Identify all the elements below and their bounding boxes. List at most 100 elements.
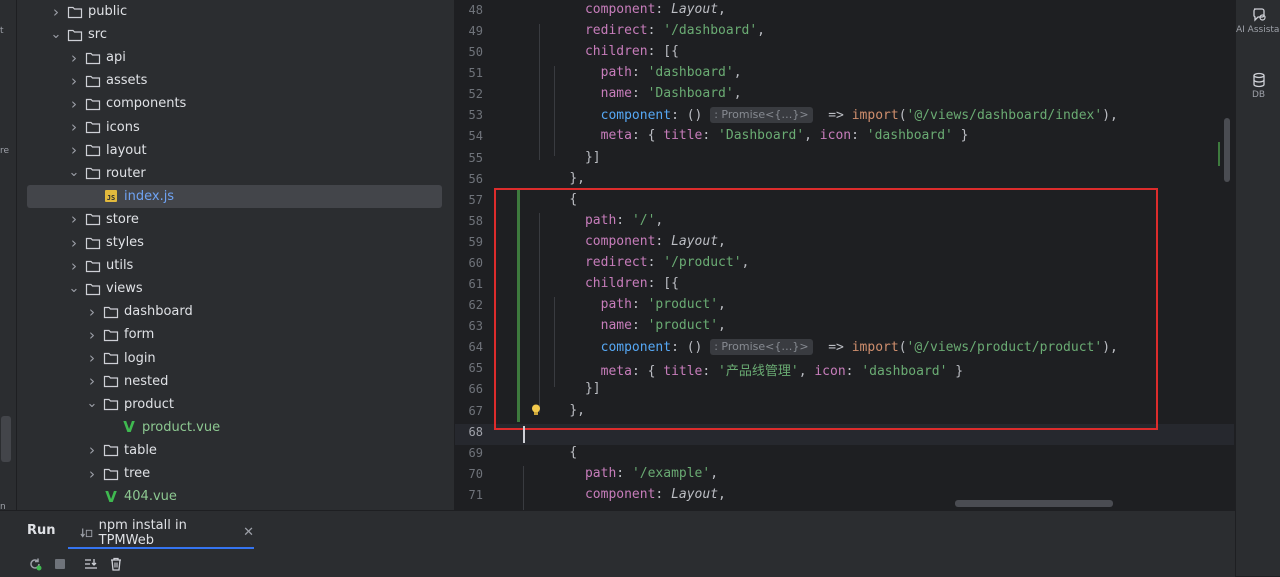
tree-item[interactable]: › assets bbox=[27, 69, 442, 92]
tree-item[interactable]: › icons bbox=[27, 116, 442, 139]
tool-label-fragment[interactable]: t bbox=[0, 26, 4, 36]
tree-item[interactable]: ⌄ src bbox=[27, 23, 442, 46]
tree-item[interactable]: ⌄ product bbox=[27, 393, 442, 416]
tree-item[interactable]: › nested bbox=[27, 370, 442, 393]
code-line[interactable]: 70 path: '/example', bbox=[455, 464, 1234, 485]
code-token: path bbox=[600, 65, 632, 81]
chevron-right-icon[interactable]: › bbox=[67, 143, 81, 158]
code-line[interactable]: 56 }, bbox=[455, 169, 1234, 190]
tree-item[interactable]: V 404.vue bbox=[27, 485, 442, 508]
tree-item[interactable]: › components bbox=[27, 92, 442, 115]
database-icon bbox=[1252, 72, 1265, 88]
rerun-button[interactable] bbox=[26, 555, 44, 573]
tree-item[interactable]: › dashboard bbox=[27, 300, 442, 323]
code-text: path: 'dashboard', bbox=[538, 65, 742, 80]
folder-icon bbox=[103, 350, 119, 366]
chevron-right-icon[interactable]: › bbox=[85, 374, 99, 389]
folder-icon bbox=[85, 235, 101, 251]
chevron-down-icon[interactable]: ⌄ bbox=[67, 282, 81, 296]
database-label: DB bbox=[1251, 90, 1266, 100]
clear-button[interactable] bbox=[107, 555, 125, 573]
ai-assistant-tool[interactable]: AI Assistant bbox=[1236, 6, 1280, 36]
code-line[interactable]: 48 component: Layout, bbox=[455, 0, 1234, 21]
tree-item[interactable]: › form bbox=[27, 323, 442, 346]
code-line[interactable]: 49 redirect: '/dashboard', bbox=[455, 21, 1234, 42]
tree-item[interactable]: ⌄ views bbox=[27, 277, 442, 300]
tree-item-label: public bbox=[88, 4, 128, 19]
chevron-down-icon[interactable]: ⌄ bbox=[67, 166, 81, 180]
line-number: 67 bbox=[468, 403, 483, 418]
folder-icon bbox=[85, 258, 101, 274]
type-inlay-hint[interactable]: : Promise<{…}> bbox=[710, 107, 813, 124]
tree-item-label: dashboard bbox=[124, 304, 193, 320]
chevron-right-icon[interactable]: › bbox=[85, 466, 99, 481]
code-line[interactable]: 51 path: 'dashboard', bbox=[455, 63, 1234, 84]
tool-label-fragment[interactable]: n bbox=[0, 502, 6, 510]
chevron-down-icon[interactable]: ⌄ bbox=[85, 397, 99, 411]
folder-icon bbox=[67, 4, 83, 20]
database-tool[interactable]: DB bbox=[1236, 72, 1280, 100]
tree-item[interactable]: Vproduct.vue bbox=[27, 416, 442, 439]
code-line[interactable]: 50 children: [{ bbox=[455, 42, 1234, 63]
code-token: ( bbox=[898, 108, 907, 124]
code-line[interactable]: 71 component: Layout, bbox=[455, 485, 1234, 506]
chevron-right-icon[interactable]: › bbox=[49, 4, 63, 19]
horizontal-scrollbar[interactable] bbox=[955, 500, 1113, 507]
lightbulb-icon[interactable] bbox=[531, 404, 541, 416]
code-token: , bbox=[804, 128, 820, 144]
line-number: 60 bbox=[468, 255, 483, 270]
tree-item[interactable]: › tree bbox=[27, 462, 442, 485]
chevron-right-icon[interactable]: › bbox=[67, 120, 81, 135]
code-token: , bbox=[718, 486, 726, 502]
tree-item[interactable]: › public bbox=[27, 0, 442, 23]
tree-item[interactable]: › layout bbox=[27, 139, 442, 162]
chevron-right-icon[interactable]: › bbox=[67, 235, 81, 250]
tree-item[interactable]: JS index.js bbox=[27, 184, 442, 208]
tool-label-fragment[interactable]: re bbox=[0, 146, 9, 156]
code-line[interactable]: 55 }] bbox=[455, 148, 1234, 169]
tree-item[interactable]: ⌄ router bbox=[27, 162, 442, 185]
code-token: : () bbox=[671, 108, 711, 124]
tree-item-label: product bbox=[124, 396, 175, 412]
tree-item[interactable]: › store bbox=[27, 208, 442, 231]
chevron-right-icon[interactable]: › bbox=[85, 443, 99, 458]
chevron-right-icon[interactable]: › bbox=[67, 50, 81, 65]
scroll-to-end-button[interactable] bbox=[82, 555, 100, 573]
chevron-right-icon[interactable]: › bbox=[67, 73, 81, 88]
code-line[interactable]: 52 name: 'Dashboard', bbox=[455, 84, 1234, 105]
folder-icon bbox=[103, 327, 119, 343]
tree-item[interactable]: › utils bbox=[27, 254, 442, 277]
run-tab-npm-install[interactable]: npm install in TPMWeb ✕ bbox=[68, 516, 254, 549]
chevron-right-icon[interactable]: › bbox=[67, 96, 81, 111]
chevron-right-icon[interactable]: › bbox=[67, 258, 81, 273]
code-line[interactable]: 53 component: () : Promise<{…}> => impor… bbox=[455, 105, 1234, 126]
code-line[interactable]: 69 { bbox=[455, 443, 1234, 464]
code-line[interactable]: 54 meta: { title: 'Dashboard', icon: 'da… bbox=[455, 126, 1234, 147]
tree-item[interactable]: › table bbox=[27, 439, 442, 462]
right-tool-strip: AI Assistant DB bbox=[1235, 0, 1280, 576]
line-number: 66 bbox=[468, 382, 483, 397]
code-token: 'dashboard' bbox=[866, 128, 953, 144]
chevron-right-icon[interactable]: › bbox=[85, 327, 99, 342]
tree-item[interactable]: › login bbox=[27, 347, 442, 370]
chevron-down-icon[interactable]: ⌄ bbox=[49, 28, 63, 42]
chevron-right-icon[interactable]: › bbox=[67, 212, 81, 227]
tree-item[interactable]: › api bbox=[27, 46, 442, 69]
tree-item[interactable]: › styles bbox=[27, 231, 442, 254]
chevron-right-icon[interactable]: › bbox=[85, 304, 99, 319]
code-editor[interactable]: 48 component: Layout, 49 redirect: '/dash… bbox=[455, 0, 1234, 510]
folder-icon bbox=[85, 211, 101, 227]
folder-icon bbox=[85, 96, 101, 112]
code-text: path: '/example', bbox=[538, 466, 718, 481]
scroll-to-end-icon bbox=[85, 559, 97, 569]
code-token: children bbox=[584, 44, 648, 60]
rerun-icon bbox=[30, 558, 42, 571]
code-token: 'Dashboard' bbox=[718, 128, 805, 144]
code-token: 'Dashboard' bbox=[647, 86, 734, 102]
stop-button[interactable] bbox=[51, 555, 69, 573]
chevron-right-icon[interactable]: › bbox=[85, 351, 99, 366]
close-tab-icon[interactable]: ✕ bbox=[243, 525, 254, 540]
vertical-scrollbar[interactable] bbox=[1224, 118, 1230, 182]
selected-tool-indicator[interactable] bbox=[1, 416, 11, 462]
tree-item-label: form bbox=[124, 327, 155, 343]
